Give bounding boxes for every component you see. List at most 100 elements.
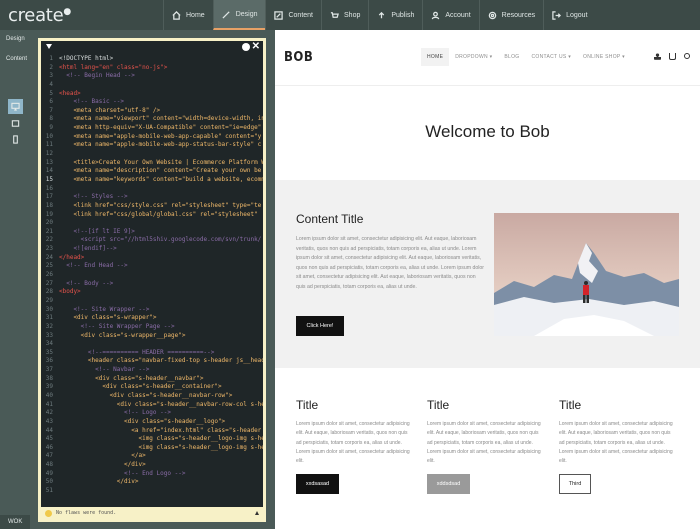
code-line[interactable]: 10 <meta name="apple-mobile-web-app-capa… — [41, 133, 263, 142]
column-1: Title Lorem ipsum dolor sit amet, consec… — [296, 398, 414, 495]
code-line[interactable]: 50 </div> — [41, 478, 263, 487]
tablet-view-button[interactable] — [8, 116, 23, 131]
code-line[interactable]: 11 <meta name="apple-mobile-web-app-stat… — [41, 141, 263, 150]
close-icon[interactable]: ✕ — [252, 41, 260, 52]
code-line[interactable]: 13 <title>Create Your Own Website | Ecom… — [41, 159, 263, 168]
code-line[interactable]: 40 <div class="s-header__navbar-row"> — [41, 392, 263, 401]
code-line[interactable]: 8 <meta name="viewport" content="width=d… — [41, 115, 263, 124]
nav-design[interactable]: Design — [212, 0, 266, 30]
app-logo[interactable]: create● — [8, 5, 71, 26]
code-text: </a> — [59, 452, 146, 460]
code-line[interactable]: 20 — [41, 219, 263, 228]
code-editor[interactable]: ✕ 1 <!DOCTYPE html> 2 <html lang="en" class… — [41, 41, 263, 519]
line-number: 11 — [45, 141, 53, 149]
column-2-button[interactable]: xddsdsad — [427, 474, 470, 495]
code-line[interactable]: 22 <script src="//html5shiv.googlecode.c… — [41, 236, 263, 245]
nav-resources[interactable]: Resources — [478, 0, 543, 30]
code-line[interactable]: 1 <!DOCTYPE html> — [41, 55, 263, 64]
nav-logout[interactable]: Logout — [543, 0, 595, 30]
nav-content[interactable]: Content — [265, 0, 321, 30]
site-nav-shop[interactable]: ONLINE SHOP ▾ — [577, 48, 631, 66]
line-number: 41 — [45, 400, 53, 408]
code-line[interactable]: 5 <head> — [41, 90, 263, 99]
nav-home[interactable]: Home — [163, 0, 213, 30]
rail-design-link[interactable]: Design — [6, 36, 25, 42]
code-line[interactable]: 19 <link href="css/global/global.css" re… — [41, 211, 263, 220]
code-line[interactable]: 33 <div class="s-wrapper__page"> — [41, 332, 263, 341]
nav-shop[interactable]: Shop — [321, 0, 368, 30]
code-line[interactable]: 14 <meta name="description" content="Cre… — [41, 167, 263, 176]
code-line[interactable]: 46 <img class="s-header__logo-img s-head — [41, 444, 263, 453]
code-text: <!-- Navbar --> — [59, 366, 150, 374]
code-line[interactable]: 23 <![endif]--> — [41, 245, 263, 254]
code-line[interactable]: 21 <!--[if lt IE 9]> — [41, 228, 263, 237]
cart-icon[interactable] — [669, 53, 676, 60]
settings-gear-icon[interactable] — [242, 43, 250, 51]
line-number: 48 — [45, 461, 53, 469]
code-line[interactable]: 2 <html lang="en" class="no-js"> — [41, 64, 263, 73]
code-line[interactable]: 45 <img class="s-header__logo-img s-head — [41, 435, 263, 444]
code-line[interactable]: 48 </div> — [41, 461, 263, 470]
code-line[interactable]: 7 <meta charset="utf-8" /> — [41, 107, 263, 116]
code-line[interactable]: 15 <meta name="keywords" content="build … — [41, 176, 263, 185]
line-number: 45 — [45, 435, 53, 443]
nav-publish[interactable]: Publish — [368, 0, 422, 30]
user-icon[interactable] — [654, 53, 661, 60]
code-line[interactable]: 35 <!--========== HEADER ==========--> — [41, 349, 263, 358]
code-line[interactable]: 26 — [41, 271, 263, 280]
site-nav-contact[interactable]: CONTACT US ▾ — [526, 48, 578, 66]
code-text: <!--========== HEADER ==========--> — [59, 348, 215, 356]
code-line[interactable]: 9 <meta http-equiv="X-UA-Compatible" con… — [41, 124, 263, 133]
wok-label: WOK — [0, 515, 30, 529]
code-line[interactable]: 41 <div class="s-header__navbar-row-col … — [41, 401, 263, 410]
code-line[interactable]: 36 <header class="navbar-fixed-top s-hea… — [41, 357, 263, 366]
line-number: 14 — [45, 167, 53, 175]
site-nav-dropdown[interactable]: DROPDOWN ▾ — [449, 48, 498, 66]
code-line[interactable]: 34 — [41, 340, 263, 349]
code-area[interactable]: 1 <!DOCTYPE html> 2 <html lang="en" class="… — [41, 55, 263, 507]
code-line[interactable]: 32 <!-- Site Wrapper Page --> — [41, 323, 263, 332]
search-icon[interactable] — [684, 53, 690, 59]
site-nav-home[interactable]: HOME — [421, 48, 450, 66]
code-line[interactable]: 25 <!-- End Head --> — [41, 262, 263, 271]
code-line[interactable]: 28 <body> — [41, 288, 263, 297]
line-number: 46 — [45, 443, 53, 451]
code-line[interactable]: 16 — [41, 185, 263, 194]
expand-arrow-icon[interactable] — [255, 511, 259, 515]
code-line[interactable]: 27 <!-- Body --> — [41, 280, 263, 289]
column-2-title: Title — [427, 398, 450, 412]
mobile-view-button[interactable] — [8, 132, 23, 147]
code-line[interactable]: 44 <a href="index.html" class="s-header — [41, 427, 263, 436]
code-line[interactable]: 4 — [41, 81, 263, 90]
code-line[interactable]: 42 <!-- Logo --> — [41, 409, 263, 418]
nav-account[interactable]: Account — [422, 0, 478, 30]
code-line[interactable]: 47 </a> — [41, 452, 263, 461]
column-3-button[interactable]: Third — [559, 474, 591, 495]
code-line[interactable]: 37 <!-- Navbar --> — [41, 366, 263, 375]
code-text: <meta name="viewport" content="width=dev… — [59, 115, 263, 123]
code-line[interactable]: 49 <!-- End Logo --> — [41, 470, 263, 479]
code-line[interactable]: 29 — [41, 297, 263, 306]
click-here-button[interactable]: Click Here! — [296, 316, 344, 336]
collapse-triangle-icon[interactable] — [46, 44, 52, 49]
code-line[interactable]: 31 <div class="s-wrapper"> — [41, 314, 263, 323]
site-brand[interactable]: BOB — [284, 50, 313, 65]
line-number: 33 — [45, 331, 53, 339]
code-line[interactable]: 3 <!-- Begin Head --> — [41, 72, 263, 81]
code-line[interactable]: 6 <!-- Basic --> — [41, 98, 263, 107]
column-1-button[interactable]: xxdsasad — [296, 474, 339, 495]
site-nav-blog[interactable]: BLOG — [498, 48, 525, 66]
code-line[interactable]: 18 <link href="css/style.css" rel="style… — [41, 202, 263, 211]
code-line[interactable]: 17 <!-- Styles --> — [41, 193, 263, 202]
code-text: <!-- Logo --> — [59, 409, 171, 417]
code-line[interactable]: 12 — [41, 150, 263, 159]
code-line[interactable]: 30 <!-- Site Wrapper --> — [41, 306, 263, 315]
code-line[interactable]: 24 </head> — [41, 254, 263, 263]
code-line[interactable]: 38 <div class="s-header__navbar"> — [41, 375, 263, 384]
code-line[interactable]: 51 — [41, 487, 263, 496]
code-text: <title>Create Your Own Website | Ecommer… — [59, 158, 263, 166]
code-line[interactable]: 43 <div class="s-header__logo"> — [41, 418, 263, 427]
desktop-view-button[interactable] — [8, 99, 23, 114]
rail-content-link[interactable]: Content — [6, 56, 27, 62]
code-line[interactable]: 39 <div class="s-header__container"> — [41, 383, 263, 392]
